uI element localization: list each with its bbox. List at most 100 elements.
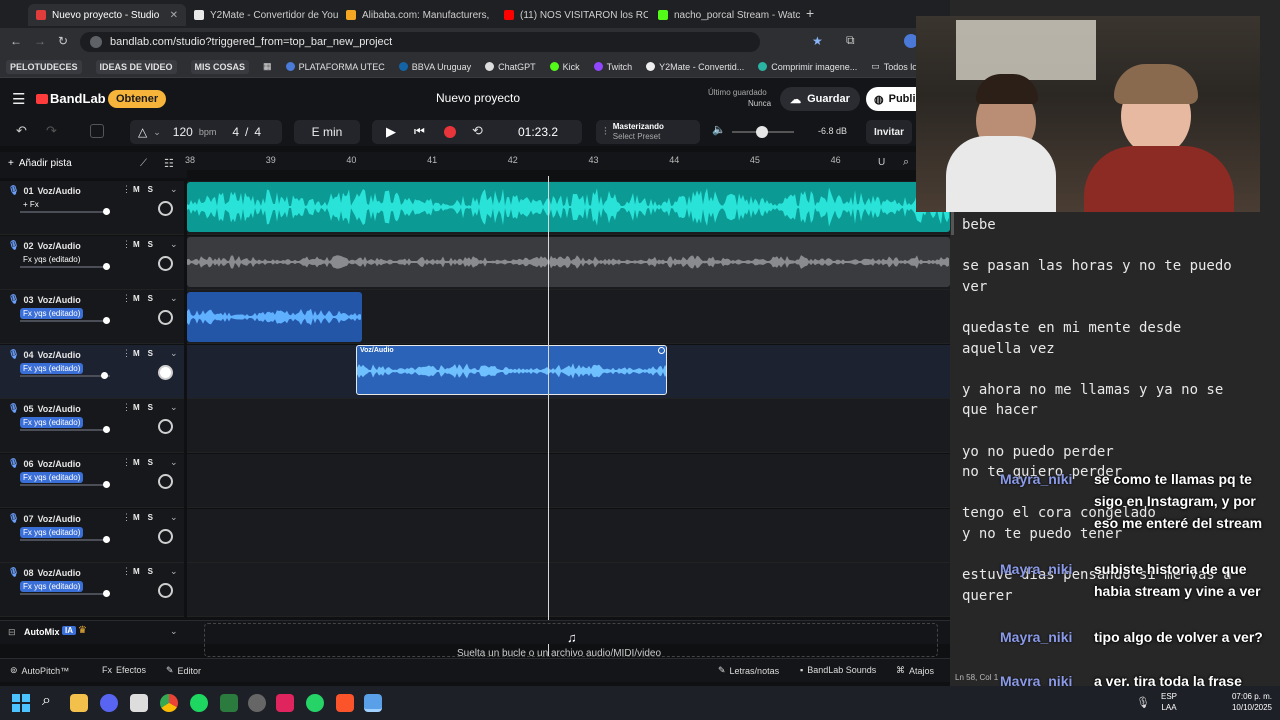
speaker-icon[interactable]: 🔈 [712,123,726,136]
spotify-icon[interactable] [190,694,208,712]
track-header-04[interactable]: 🎙 04 Voz/Audio Fx yqs (editado) ⋮ M S ⌄ [0,345,184,399]
skip-back-icon[interactable]: ⏮ [414,124,425,139]
bookmark-chatgpt[interactable]: ChatGPT [485,62,536,72]
track-header-01[interactable]: 🎙 01 Voz/Audio + Fx ⋮ M S ⌄ [0,181,184,235]
magnet-icon[interactable]: U [878,157,885,168]
new-tab-icon[interactable]: + [806,5,814,21]
file-explorer-icon[interactable] [70,694,88,712]
bookmark-star-icon[interactable]: ★ [812,34,823,48]
pan-knob[interactable] [158,256,173,271]
tab-kick[interactable]: nacho_porcal Stream - Watch ✕ [650,4,800,26]
track-menu-icon[interactable]: ⋮ [122,566,131,577]
mute-button[interactable]: M [133,513,140,522]
track-menu-icon[interactable]: ⋮ [122,402,131,413]
drop-zone[interactable]: ♫ Suelta un bucle o un archivo audio/MID… [204,623,938,659]
mute-button[interactable]: M [133,294,140,303]
search-icon[interactable]: ⌕ [42,692,51,710]
fader-knob[interactable] [102,263,110,270]
track-header-08[interactable]: 🎙 08 Voz/Audio Fx yqs (editado) ⋮ M S ⌄ [0,563,184,617]
volume-fader[interactable] [20,426,110,433]
track-header-02[interactable]: 🎙 02 Voz/Audio Fx yqs (editado) ⋮ M S ⌄ [0,236,184,290]
site-info-icon[interactable] [90,36,102,48]
bookmark-y2mate[interactable]: Y2Mate - Convertid... [646,62,744,72]
pan-knob[interactable] [158,310,173,325]
track-effects-button[interactable]: Fx yqs (editado) [20,308,84,319]
mute-button[interactable]: M [133,458,140,467]
wand-icon[interactable]: ⟋ [140,158,147,169]
play-icon[interactable]: ▶ [386,124,396,140]
chevron-down-icon[interactable]: ⌄ [170,239,178,250]
chevron-down-icon[interactable]: ⌄ [170,457,178,468]
audio-clip-track-3[interactable] [187,292,362,342]
apps-grid-icon[interactable]: ▦ [263,61,272,72]
fader-knob[interactable] [102,536,110,543]
solo-button[interactable]: S [148,567,153,576]
pan-knob[interactable] [158,474,173,489]
project-title[interactable]: Nuevo proyecto [436,91,520,105]
audio-clip-track-1[interactable] [187,182,950,232]
chevron-down-icon[interactable]: ⌄ [170,512,178,523]
app-icon[interactable] [220,694,238,712]
zoom-icon[interactable]: ⌕ [903,156,909,169]
bookmark-bbva[interactable]: BBVA Uruguay [398,62,471,72]
app-icon[interactable] [130,694,148,712]
timeline-ruler[interactable]: 38 39 40 41 42 43 44 45 46 [185,152,950,170]
mute-button[interactable]: M [133,349,140,358]
bookmark-folder-pelotudeces[interactable]: PELOTUDECES [6,59,82,74]
solo-button[interactable]: S [148,458,153,467]
mute-button[interactable]: M [133,240,140,249]
editor-button[interactable]: ✎ Editor [166,665,201,676]
pan-knob[interactable] [158,201,173,216]
clock[interactable]: 07:06 p. m. 10/10/2025 [1222,691,1272,713]
pan-knob[interactable] [158,365,173,380]
tab-youtube[interactable]: (11) NOS VISITARON los RODR ✕ [496,4,648,26]
url-field[interactable]: bandlab.com/studio?triggered_from=top_ba… [80,32,760,52]
bookmark-twitch[interactable]: Twitch [593,62,632,72]
shortcuts-button[interactable]: ⌘ Atajos [896,665,934,676]
track-menu-icon[interactable]: ⋮ [122,293,131,304]
solo-button[interactable]: S [148,349,153,358]
solo-button[interactable]: S [148,403,153,412]
microphone-icon[interactable]: 🎙 [1136,696,1150,709]
bookmark-folder-ideas[interactable]: IDEAS DE VIDEO [95,59,177,74]
track-header-05[interactable]: 🎙 05 Voz/Audio Fx yqs (editado) ⋮ M S ⌄ [0,399,184,453]
tab-bandlab[interactable]: Nuevo proyecto - Studio ✕ [28,4,186,26]
undo-icon[interactable]: ↶ [16,123,27,139]
solo-button[interactable]: S [148,240,153,249]
automix-label[interactable]: AutoMix [24,627,60,637]
volume-fader[interactable] [20,263,110,270]
sounds-button[interactable]: ▪ BandLab Sounds [800,665,876,675]
mute-button[interactable]: M [133,185,140,194]
fader-knob[interactable] [102,481,110,488]
fader-knob[interactable] [102,208,110,215]
track-header-03[interactable]: 🎙 03 Voz/Audio Fx yqs (editado) ⋮ M S ⌄ [0,290,184,344]
bookmark-folder-mis-cosas[interactable]: MIS COSAS [190,59,250,74]
track-effects-button[interactable]: Fx yqs (editado) [20,363,84,374]
track-effects-button[interactable]: Fx yqs (editado) [20,254,83,265]
clip-loop-handle-icon[interactable] [658,347,665,354]
chrome-icon[interactable] [160,694,178,712]
solo-button[interactable]: S [148,185,153,194]
track-lane-06[interactable] [187,454,950,508]
mute-button[interactable]: M [133,403,140,412]
lyrics-text[interactable]: bebe se pasan las horas y no te puedo ver q… [962,215,1272,606]
track-effects-button[interactable]: Fx yqs (editado) [20,581,84,592]
reload-icon[interactable]: ↻ [58,34,68,48]
fader-knob[interactable] [102,426,110,433]
track-effects-button[interactable]: Fx yqs (editado) [20,417,84,428]
track-lane-05[interactable] [187,399,950,453]
back-icon[interactable]: ← [10,34,22,48]
track-lane-07[interactable] [187,509,950,563]
add-track-button[interactable]: + Añadir pista [8,158,72,169]
track-effects-button[interactable]: + Fx [20,199,42,210]
pan-knob[interactable] [158,529,173,544]
track-menu-icon[interactable]: ⋮ [122,348,131,359]
bookmark-compress[interactable]: Comprimir imagene... [758,62,857,72]
mute-button[interactable]: M [133,567,140,576]
chevron-down-icon[interactable]: ⌄ [170,626,178,637]
forward-icon[interactable]: → [34,34,46,48]
bookmark-kick[interactable]: Kick [549,62,580,72]
effects-button[interactable]: Fx Efectos [102,665,146,675]
solo-button[interactable]: S [148,513,153,522]
track-settings-icon[interactable]: ☷ [164,157,174,170]
